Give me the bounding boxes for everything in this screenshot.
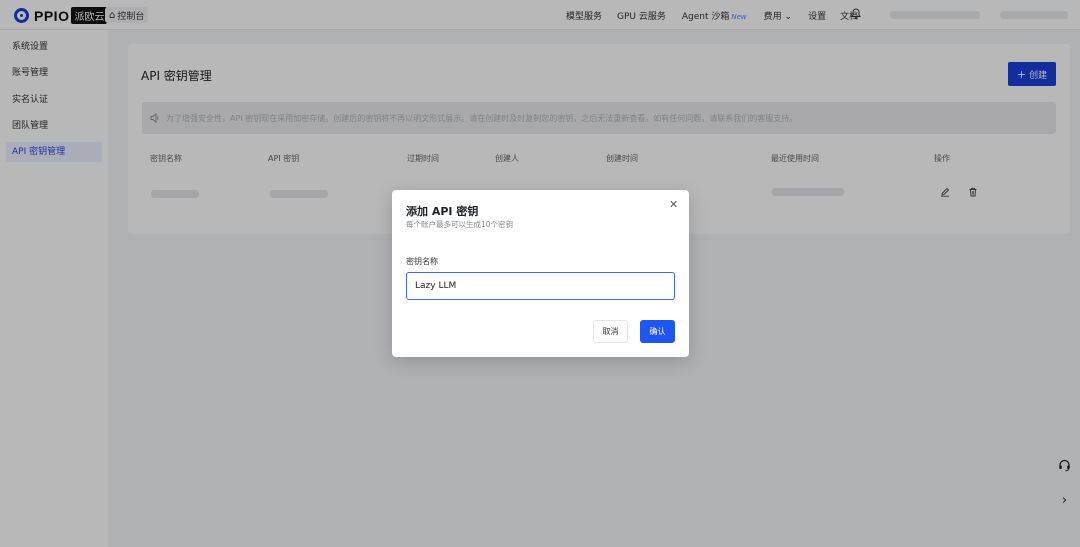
add-api-key-dialog: 添加 API 密钥 每个账户最多可以生成10个密钥 ✕ 密钥名称 取消 确认 [392, 190, 689, 357]
close-icon[interactable]: ✕ [669, 198, 678, 211]
key-name-label: 密钥名称 [406, 257, 438, 266]
confirm-button[interactable]: 确认 [640, 320, 675, 343]
dialog-subtitle: 每个账户最多可以生成10个密钥 [406, 220, 514, 229]
dialog-title: 添加 API 密钥 [406, 205, 479, 218]
key-name-input[interactable] [406, 272, 675, 300]
cancel-button[interactable]: 取消 [593, 320, 628, 343]
